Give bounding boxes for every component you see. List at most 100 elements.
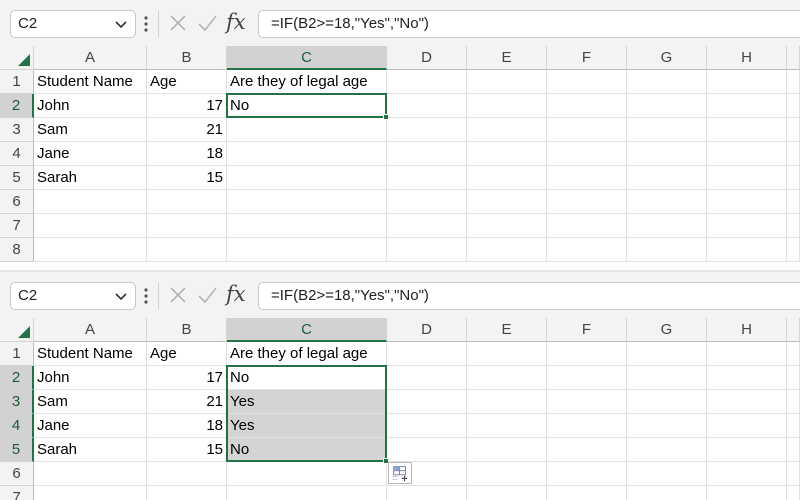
row-header-5[interactable]: 5: [0, 166, 34, 190]
close-icon[interactable]: [167, 12, 189, 34]
column-header-g[interactable]: G: [627, 46, 707, 70]
cell-c7[interactable]: [227, 214, 387, 238]
row-header-5[interactable]: 5: [0, 438, 34, 462]
cell-f2[interactable]: [547, 94, 627, 118]
cell-e5[interactable]: [467, 166, 547, 190]
cell-e6[interactable]: [467, 190, 547, 214]
cell-c4[interactable]: Yes: [227, 414, 387, 438]
cell-h1[interactable]: [707, 70, 787, 94]
vertical-dots-icon[interactable]: [143, 286, 149, 306]
cell-b6[interactable]: [147, 462, 227, 486]
cell-e8[interactable]: [467, 238, 547, 262]
column-header-d[interactable]: D: [387, 46, 467, 70]
cell-d4[interactable]: [387, 142, 467, 166]
cell-f5[interactable]: [547, 166, 627, 190]
column-header-a[interactable]: A: [34, 318, 147, 342]
row-header-2[interactable]: 2: [0, 366, 34, 390]
cell-i2[interactable]: [787, 94, 800, 118]
cell-g7[interactable]: [627, 214, 707, 238]
cell-i7[interactable]: [787, 486, 800, 500]
vertical-dots-icon[interactable]: [143, 14, 149, 34]
column-header-b[interactable]: B: [147, 318, 227, 342]
row-header-1[interactable]: 1: [0, 70, 34, 94]
cell-e7[interactable]: [467, 214, 547, 238]
cell-e4[interactable]: [467, 414, 547, 438]
row-header-4[interactable]: 4: [0, 142, 34, 166]
cell-c2[interactable]: No: [227, 94, 387, 118]
cell-g2[interactable]: [627, 366, 707, 390]
formula-input[interactable]: =IF(B2>=18,"Yes","No"): [258, 10, 800, 38]
cell-b5[interactable]: 15: [147, 438, 227, 462]
cell-a2[interactable]: John: [34, 94, 147, 118]
cell-d4[interactable]: [387, 414, 467, 438]
cell-i6[interactable]: [787, 462, 800, 486]
fx-icon[interactable]: fx: [226, 281, 252, 306]
cell-d7[interactable]: [387, 214, 467, 238]
cell-d3[interactable]: [387, 118, 467, 142]
cell-f5[interactable]: [547, 438, 627, 462]
cell-i7[interactable]: [787, 214, 800, 238]
cell-b7[interactable]: [147, 486, 227, 500]
cell-e1[interactable]: [467, 342, 547, 366]
cell-d3[interactable]: [387, 390, 467, 414]
cell-h5[interactable]: [707, 438, 787, 462]
column-header-i[interactable]: [787, 46, 800, 70]
row-header-3[interactable]: 3: [0, 390, 34, 414]
cell-h2[interactable]: [707, 94, 787, 118]
cell-d6[interactable]: [387, 190, 467, 214]
select-all-button[interactable]: [0, 318, 34, 342]
cell-f8[interactable]: [547, 238, 627, 262]
cell-e1[interactable]: [467, 70, 547, 94]
fx-icon[interactable]: fx: [226, 9, 252, 34]
name-box[interactable]: C2: [10, 10, 136, 38]
chevron-down-icon[interactable]: [113, 288, 129, 304]
cell-h7[interactable]: [707, 486, 787, 500]
cell-c1[interactable]: Are they of legal age: [227, 70, 387, 94]
cell-e2[interactable]: [467, 94, 547, 118]
column-header-c[interactable]: C: [227, 318, 387, 342]
cell-d1[interactable]: [387, 70, 467, 94]
cell-c6[interactable]: [227, 190, 387, 214]
cell-d2[interactable]: [387, 94, 467, 118]
cell-c2[interactable]: No: [227, 366, 387, 390]
column-header-i[interactable]: [787, 318, 800, 342]
column-header-e[interactable]: E: [467, 318, 547, 342]
chevron-down-icon[interactable]: [113, 16, 129, 32]
cell-e6[interactable]: [467, 462, 547, 486]
cell-f6[interactable]: [547, 190, 627, 214]
cell-a6[interactable]: [34, 462, 147, 486]
cell-f3[interactable]: [547, 390, 627, 414]
cell-e2[interactable]: [467, 366, 547, 390]
cell-c1[interactable]: Are they of legal age: [227, 342, 387, 366]
cell-h4[interactable]: [707, 142, 787, 166]
cell-b2[interactable]: 17: [147, 366, 227, 390]
row-header-8[interactable]: 8: [0, 238, 34, 262]
check-icon[interactable]: [196, 284, 218, 306]
cell-f3[interactable]: [547, 118, 627, 142]
cell-i3[interactable]: [787, 390, 800, 414]
cell-a7[interactable]: [34, 486, 147, 500]
cell-i5[interactable]: [787, 166, 800, 190]
cell-h3[interactable]: [707, 118, 787, 142]
cell-g5[interactable]: [627, 438, 707, 462]
cell-h6[interactable]: [707, 462, 787, 486]
cell-g3[interactable]: [627, 118, 707, 142]
check-icon[interactable]: [196, 12, 218, 34]
cell-d2[interactable]: [387, 366, 467, 390]
fill-handle[interactable]: [383, 114, 389, 120]
cell-e3[interactable]: [467, 118, 547, 142]
cell-i8[interactable]: [787, 238, 800, 262]
cell-g3[interactable]: [627, 390, 707, 414]
cell-d5[interactable]: [387, 166, 467, 190]
row-header-1[interactable]: 1: [0, 342, 34, 366]
cell-a6[interactable]: [34, 190, 147, 214]
cell-i4[interactable]: [787, 414, 800, 438]
cell-g6[interactable]: [627, 462, 707, 486]
close-icon[interactable]: [167, 284, 189, 306]
cell-g8[interactable]: [627, 238, 707, 262]
cell-b5[interactable]: 15: [147, 166, 227, 190]
cell-b3[interactable]: 21: [147, 390, 227, 414]
name-box[interactable]: C2: [10, 282, 136, 310]
cell-d8[interactable]: [387, 238, 467, 262]
column-header-g[interactable]: G: [627, 318, 707, 342]
